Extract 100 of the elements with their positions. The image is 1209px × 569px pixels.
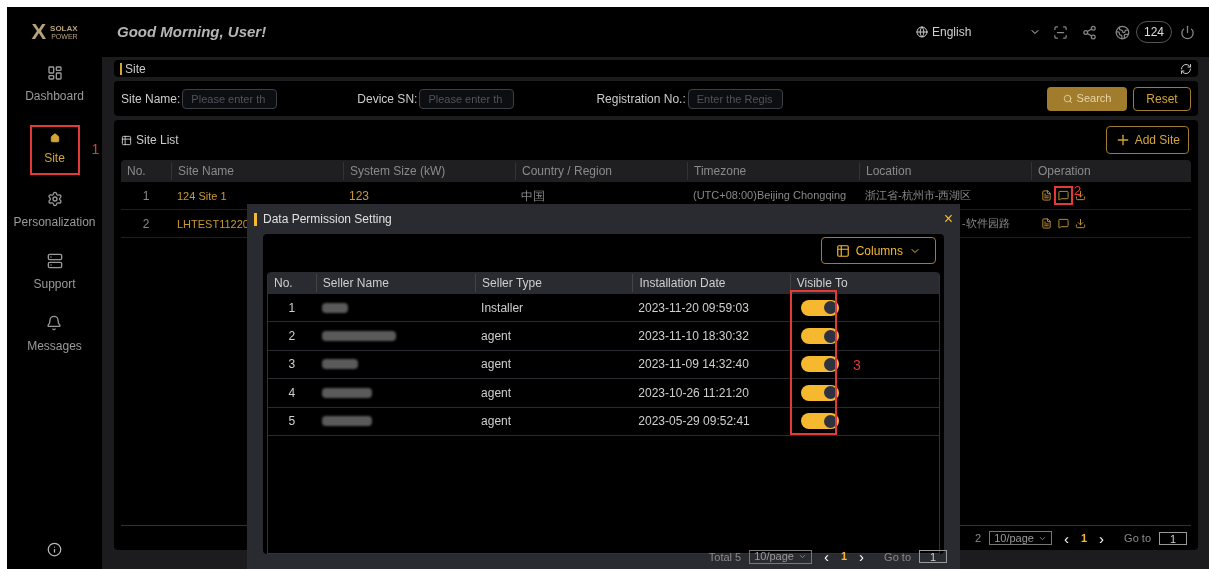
table-cell: 2023-11-10 18:30:32 [638, 329, 749, 344]
table-cell: 2 [288, 329, 296, 344]
column-header: System Size (kW) [350, 164, 446, 178]
table-cell: agent [481, 414, 512, 429]
refresh-icon[interactable] [1180, 62, 1192, 75]
goto-field[interactable]: 1 [919, 550, 947, 564]
column-header: No. [127, 164, 146, 178]
column-header: Seller Type [482, 276, 542, 290]
table-cell: (UTC+08:00)Beijing Chongqing [693, 189, 847, 202]
chat-icon[interactable] [1058, 218, 1069, 229]
visibility-toggle[interactable] [800, 299, 839, 316]
table-cell: Installer [481, 300, 524, 315]
table-cell: 浙江省-杭州市-西湖区 [865, 189, 972, 202]
globe-icon [915, 26, 928, 38]
sidebar-item[interactable]: Messages [19, 309, 90, 361]
column-header: Location [866, 164, 912, 178]
filter-field[interactable]: Enter the Regis [687, 88, 783, 109]
sidebar-item[interactable]: Support [25, 247, 84, 299]
gear-icon [46, 191, 63, 207]
search-icon [1062, 93, 1073, 104]
page-number[interactable]: 1 [1080, 532, 1088, 544]
next-page-button[interactable]: › [855, 549, 869, 565]
redacted-name [321, 416, 372, 427]
grid-icon [835, 243, 850, 258]
add-site-button[interactable]: Add Site [1105, 126, 1189, 154]
table-cell: 123 [349, 188, 370, 203]
page-size-select[interactable]: 10/page [749, 549, 812, 564]
table-cell: 2023-11-20 09:59:03 [638, 300, 749, 315]
visibility-toggle[interactable] [800, 356, 839, 373]
column-header: No. [274, 276, 293, 290]
next-page-button[interactable]: › [1095, 530, 1109, 546]
earth-icon[interactable] [1114, 24, 1130, 40]
filter-label: Site Name: [121, 90, 181, 108]
sidebar-item[interactable]: Personalization [5, 185, 104, 237]
download-icon[interactable] [1075, 218, 1086, 229]
visibility-toggle[interactable] [800, 413, 839, 430]
filter-field[interactable]: Please enter th [182, 88, 278, 109]
total-count: Total 5 [708, 549, 742, 565]
panel-title: Site List [136, 132, 179, 149]
table-cell: 3 [288, 357, 296, 372]
table-cell: agent [481, 329, 512, 344]
column-header: Seller Name [322, 276, 389, 290]
chat-icon[interactable] [1058, 190, 1069, 201]
table-cell: -软件园路 [962, 217, 1010, 230]
table-icon [121, 134, 132, 146]
annotation-number: 1 [91, 140, 100, 159]
table-cell: 2 [142, 216, 150, 231]
goto-field[interactable]: 1 [1159, 531, 1187, 545]
table-cell: 2023-05-29 09:52:41 [638, 414, 750, 429]
site-name-link[interactable]: 124 Site 1 [177, 189, 227, 202]
total-count: 2 [975, 530, 982, 546]
visibility-toggle[interactable] [800, 384, 839, 401]
scan-icon[interactable] [1052, 24, 1068, 40]
modal-title: Data Permission Setting [263, 211, 392, 228]
table-cell: 2023-10-26 11:21:20 [638, 385, 749, 400]
bell-icon [46, 315, 63, 331]
reset-button[interactable]: Reset [1133, 86, 1191, 111]
close-button[interactable]: × [943, 211, 953, 227]
greeting: Good Morning, User! [117, 21, 267, 42]
sidebar-item[interactable]: Dashboard [17, 59, 92, 111]
column-header: Visible To [796, 276, 848, 290]
power-icon[interactable] [1180, 24, 1195, 40]
column-header: Timezone [694, 164, 747, 178]
filter-field[interactable]: Please enter th [419, 88, 515, 109]
annotation-number: 3 [853, 355, 861, 375]
document-icon[interactable] [1041, 218, 1052, 229]
info-icon[interactable] [47, 542, 62, 557]
prev-page-button[interactable]: ‹ [819, 549, 833, 565]
site-name-link[interactable]: LHTEST11220 [177, 217, 249, 230]
table-cell: agent [481, 385, 512, 400]
column-header: Site Name [178, 164, 235, 178]
annotation-number: 2 [1074, 184, 1082, 197]
server-icon [46, 253, 63, 269]
table-cell: 4 [288, 385, 296, 400]
redacted-name [321, 387, 372, 398]
table-cell: 2023-11-09 14:32:40 [638, 357, 749, 372]
filter-label: Registration No.: [596, 90, 686, 108]
table-cell: 1 [288, 300, 296, 315]
goto-label: Go to [884, 549, 911, 565]
columns-button[interactable]: Columns [820, 237, 936, 264]
prev-page-button[interactable]: ‹ [1059, 530, 1073, 546]
table-cell: agent [481, 357, 512, 372]
column-header: Country / Region [522, 164, 613, 178]
share-icon[interactable] [1081, 24, 1097, 40]
column-header: Installation Date [639, 276, 726, 290]
table-cell: 1 [142, 188, 150, 203]
redacted-name [321, 359, 358, 370]
filter-label: Device SN: [357, 90, 418, 108]
redacted-name [321, 302, 348, 313]
table-cell: 5 [288, 414, 296, 429]
page-size-select[interactable]: 10/page [989, 531, 1052, 545]
table-cell: 中国 [521, 188, 545, 203]
document-icon[interactable] [1041, 190, 1052, 201]
page-number[interactable]: 1 [840, 551, 848, 563]
language-select[interactable]: English [915, 23, 1041, 41]
breadcrumb: Site [125, 60, 146, 78]
dashboard-icon [46, 65, 63, 81]
visibility-toggle[interactable] [800, 328, 839, 345]
column-header: Operation [1038, 164, 1091, 178]
goto-label: Go to [1124, 530, 1151, 546]
